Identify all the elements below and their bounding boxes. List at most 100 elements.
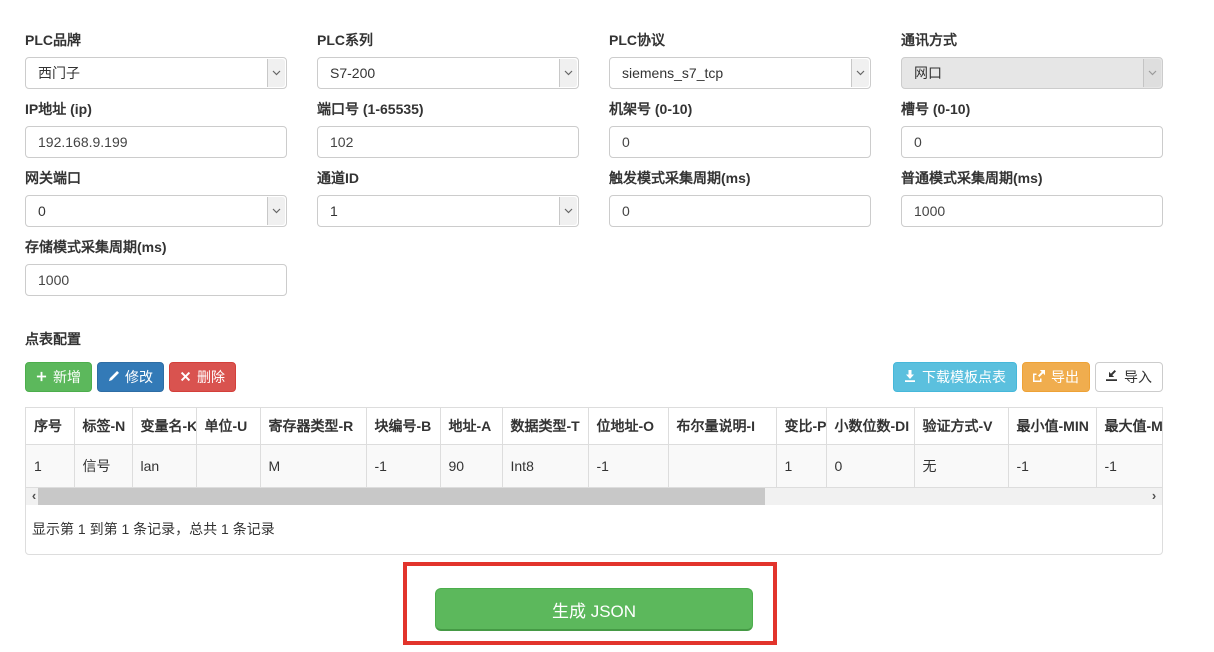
- col-header-register-type: 寄存器类型-R: [260, 408, 366, 445]
- cell-min: -1: [1008, 445, 1096, 488]
- chevron-down-icon: [267, 197, 285, 225]
- normal-period-label: 普通模式采集周期(ms): [901, 158, 1163, 187]
- col-header-data-type: 数据类型-T: [502, 408, 588, 445]
- comm-mode-label: 通讯方式: [901, 20, 1163, 49]
- col-header-max: 最大值-MAX: [1096, 408, 1162, 445]
- chevron-down-icon: [1143, 59, 1161, 87]
- slot-input[interactable]: [901, 126, 1163, 158]
- channel-id-select[interactable]: 1: [317, 195, 579, 227]
- import-button[interactable]: 导入: [1095, 362, 1163, 392]
- port-input[interactable]: [317, 126, 579, 158]
- cell-data-type: Int8: [502, 445, 588, 488]
- import-icon: [1106, 369, 1118, 385]
- col-header-bit-address: 位地址-O: [588, 408, 668, 445]
- field-plc-brand: PLC品牌 西门子: [25, 20, 287, 89]
- channel-id-label: 通道ID: [317, 158, 579, 187]
- field-normal-period: 普通模式采集周期(ms): [901, 158, 1163, 227]
- chevron-down-icon: [559, 197, 577, 225]
- trigger-period-label: 触发模式采集周期(ms): [609, 158, 871, 187]
- slot-label: 槽号 (0-10): [901, 89, 1163, 118]
- plc-protocol-value: siemens_s7_tcp: [622, 65, 723, 81]
- edit-button-label: 修改: [125, 367, 153, 387]
- export-icon: [1033, 369, 1045, 385]
- cell-ratio: 1: [776, 445, 826, 488]
- field-comm-mode: 通讯方式 网口: [901, 20, 1163, 89]
- add-button[interactable]: 新增: [25, 362, 92, 392]
- plc-brand-value: 西门子: [38, 63, 80, 83]
- trigger-period-input[interactable]: [609, 195, 871, 227]
- plc-brand-label: PLC品牌: [25, 20, 287, 49]
- comm-mode-value: 网口: [914, 63, 942, 83]
- cell-register-type: M: [260, 445, 366, 488]
- field-plc-protocol: PLC协议 siemens_s7_tcp: [609, 20, 871, 89]
- delete-button[interactable]: 删除: [169, 362, 236, 392]
- gateway-port-label: 网关端口: [25, 158, 287, 187]
- point-table-toolbar: 新增 修改 删除 下载模板点表 导出 导入: [25, 362, 1163, 392]
- plc-series-label: PLC系列: [317, 20, 579, 49]
- field-port: 端口号 (1-65535): [317, 89, 579, 158]
- storage-period-input[interactable]: [25, 264, 287, 296]
- chevron-down-icon: [851, 59, 869, 87]
- plc-series-select[interactable]: S7-200: [317, 57, 579, 89]
- generate-json-button[interactable]: 生成 JSON: [435, 588, 753, 631]
- table-header-row: 序号 标签-N 变量名-K 单位-U 寄存器类型-R 块编号-B 地址-A 数据…: [26, 408, 1162, 445]
- point-table: 序号 标签-N 变量名-K 单位-U 寄存器类型-R 块编号-B 地址-A 数据…: [26, 408, 1162, 488]
- field-storage-period: 存储模式采集周期(ms): [25, 227, 287, 296]
- storage-period-label: 存储模式采集周期(ms): [25, 227, 287, 256]
- horizontal-scrollbar[interactable]: ‹ ›: [26, 488, 1162, 505]
- field-rack: 机架号 (0-10): [609, 89, 871, 158]
- col-header-block-no: 块编号-B: [366, 408, 440, 445]
- cell-varname: lan: [132, 445, 196, 488]
- table-row[interactable]: 1 信号 lan M -1 90 Int8 -1 1 0 无 -1: [26, 445, 1162, 488]
- download-icon: [904, 369, 916, 385]
- ip-input[interactable]: [25, 126, 287, 158]
- normal-period-input[interactable]: [901, 195, 1163, 227]
- x-icon: [180, 369, 191, 385]
- import-button-label: 导入: [1124, 367, 1152, 387]
- rack-label: 机架号 (0-10): [609, 89, 871, 118]
- comm-mode-select: 网口: [901, 57, 1163, 89]
- plus-icon: [36, 369, 47, 385]
- field-gateway-port: 网关端口 0: [25, 158, 287, 227]
- field-slot: 槽号 (0-10): [901, 89, 1163, 158]
- scrollbar-thumb[interactable]: [38, 488, 765, 505]
- field-ip: IP地址 (ip): [25, 89, 287, 158]
- plc-protocol-label: PLC协议: [609, 20, 871, 49]
- ip-label: IP地址 (ip): [25, 89, 287, 118]
- col-header-tag: 标签-N: [74, 408, 132, 445]
- plc-series-value: S7-200: [330, 65, 375, 81]
- cell-tag: 信号: [74, 445, 132, 488]
- plc-brand-select[interactable]: 西门子: [25, 57, 287, 89]
- generate-json-label: 生成 JSON: [552, 597, 636, 622]
- download-template-button[interactable]: 下载模板点表: [893, 362, 1017, 392]
- cell-max: -1: [1096, 445, 1162, 488]
- field-channel-id: 通道ID 1: [317, 158, 579, 227]
- cell-unit: [196, 445, 260, 488]
- edit-button[interactable]: 修改: [97, 362, 164, 392]
- col-header-address: 地址-A: [440, 408, 502, 445]
- chevron-down-icon: [267, 59, 285, 87]
- field-trigger-period: 触发模式采集周期(ms): [609, 158, 871, 227]
- record-count-text: 显示第 1 到第 1 条记录，总共 1 条记录: [26, 505, 1162, 554]
- export-button-label: 导出: [1051, 367, 1079, 387]
- gateway-port-value: 0: [38, 203, 46, 219]
- col-header-min: 最小值-MIN: [1008, 408, 1096, 445]
- col-header-validation: 验证方式-V: [914, 408, 1008, 445]
- plc-config-page: PLC品牌 西门子 PLC系列 S7-200 PLC协议 siemens_s7_…: [25, 20, 1163, 555]
- col-header-decimals: 小数位数-DI: [826, 408, 914, 445]
- scroll-right-icon[interactable]: ›: [1146, 488, 1162, 505]
- cell-decimals: 0: [826, 445, 914, 488]
- toolbar-left-group: 新增 修改 删除: [25, 362, 236, 392]
- cell-validation: 无: [914, 445, 1008, 488]
- plc-protocol-select[interactable]: siemens_s7_tcp: [609, 57, 871, 89]
- cell-bool-desc: [668, 445, 776, 488]
- delete-button-label: 删除: [197, 367, 225, 387]
- export-button[interactable]: 导出: [1022, 362, 1090, 392]
- cell-bit-address: -1: [588, 445, 668, 488]
- field-plc-series: PLC系列 S7-200: [317, 20, 579, 89]
- cell-address: 90: [440, 445, 502, 488]
- rack-input[interactable]: [609, 126, 871, 158]
- point-table-container: 序号 标签-N 变量名-K 单位-U 寄存器类型-R 块编号-B 地址-A 数据…: [25, 407, 1163, 555]
- gateway-port-select[interactable]: 0: [25, 195, 287, 227]
- toolbar-right-group: 下载模板点表 导出 导入: [893, 362, 1163, 392]
